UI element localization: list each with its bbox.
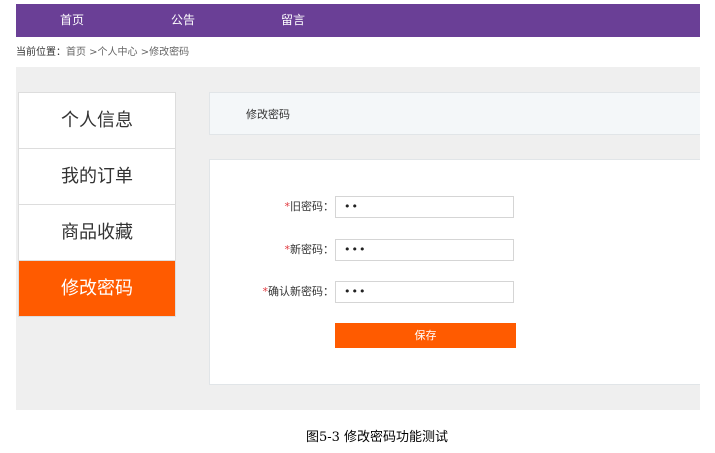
panel-header: 修改密码 xyxy=(209,92,700,135)
breadcrumb-path[interactable]: 首页 >个人中心 >修改密码 xyxy=(66,47,189,58)
new-password-label: *新密码： xyxy=(284,243,335,256)
confirm-password-row: *确认新密码： ••• xyxy=(210,281,701,303)
sidebar-item-orders[interactable]: 我的订单 xyxy=(19,149,175,205)
change-password-form: *旧密码： •• *新密码： ••• *确认新密码： ••• 保存 xyxy=(209,159,700,385)
nav-item-announcements[interactable]: 公告 xyxy=(171,4,195,37)
new-password-row: *新密码： ••• xyxy=(210,239,701,261)
nav-item-home[interactable]: 首页 xyxy=(60,4,84,37)
save-button[interactable]: 保存 xyxy=(335,323,516,348)
confirm-password-label: *确认新密码： xyxy=(262,285,335,298)
top-nav-bar: 首页 公告 留言 xyxy=(16,4,700,37)
new-password-input[interactable]: ••• xyxy=(335,239,514,261)
breadcrumb-prefix: 当前位置： xyxy=(16,47,66,58)
sidebar-item-profile[interactable]: 个人信息 xyxy=(19,93,175,149)
sidebar-item-favorites[interactable]: 商品收藏 xyxy=(19,205,175,261)
breadcrumb: 当前位置：首页 >个人中心 >修改密码 xyxy=(16,45,189,61)
old-password-row: *旧密码： •• xyxy=(210,196,701,218)
main-content-area: 个人信息 我的订单 商品收藏 修改密码 修改密码 *旧密码： •• *新密码： … xyxy=(16,67,700,410)
panel-title: 修改密码 xyxy=(246,108,290,121)
figure-caption: 图5-3 修改密码功能测试 xyxy=(305,430,449,445)
old-password-input[interactable]: •• xyxy=(335,196,514,218)
sidebar-item-change-password[interactable]: 修改密码 xyxy=(19,261,175,316)
nav-item-messages[interactable]: 留言 xyxy=(281,4,305,37)
confirm-password-input[interactable]: ••• xyxy=(335,281,514,303)
old-password-label: *旧密码： xyxy=(284,200,335,213)
user-center-sidebar: 个人信息 我的订单 商品收藏 修改密码 xyxy=(18,92,176,317)
